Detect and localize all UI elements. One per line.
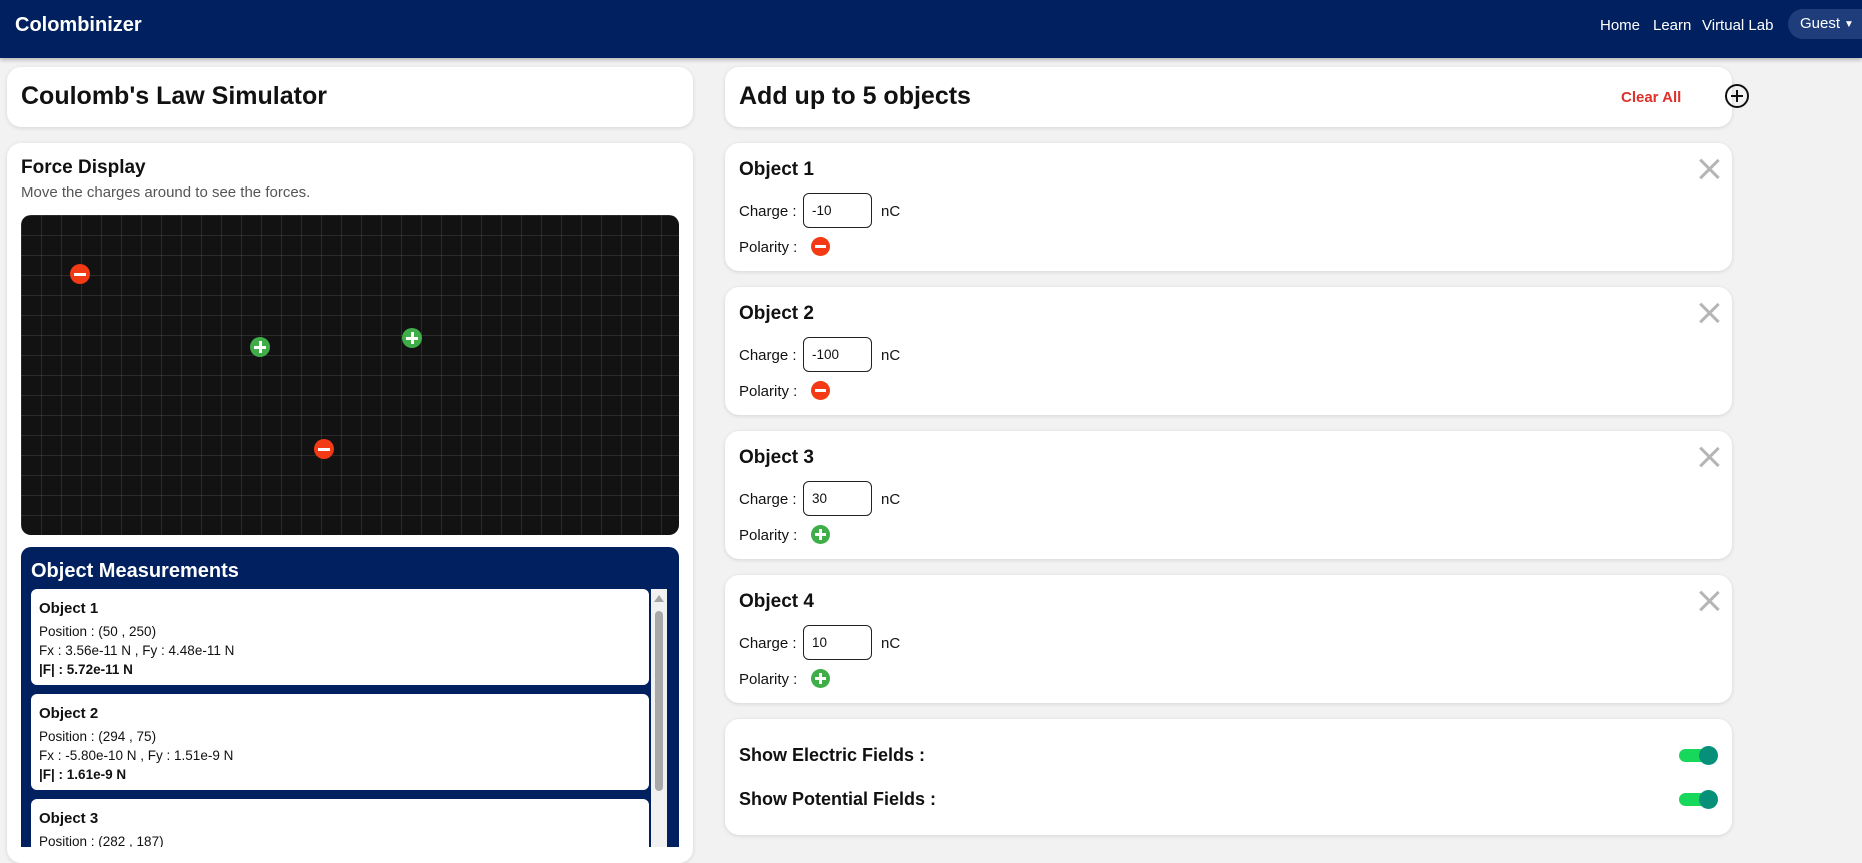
charge-object-2[interactable] xyxy=(314,439,334,459)
measurement-item: Object 3 Position : (282 , 187) xyxy=(31,799,649,847)
measurement-position: Position : (50 , 250) xyxy=(39,624,157,639)
object-title: Object 2 xyxy=(739,303,814,324)
positive-polarity-icon[interactable] xyxy=(811,525,830,544)
charge-unit: nC xyxy=(881,203,901,220)
charge-unit: nC xyxy=(881,635,901,652)
charge-object-3[interactable] xyxy=(250,337,270,357)
charge-object-1[interactable] xyxy=(70,264,90,284)
measurements-title: Object Measurements xyxy=(31,560,239,582)
polarity-label: Polarity : xyxy=(739,383,798,400)
field-toggles-card: Show Electric Fields : Show Potential Fi… xyxy=(725,719,1732,835)
measurement-position: Position : (294 , 75) xyxy=(39,729,157,744)
chevron-down-icon: ▼ xyxy=(1844,19,1854,30)
charge-input[interactable] xyxy=(803,193,872,228)
user-menu-button[interactable]: Guest ▼ xyxy=(1788,9,1862,39)
charge-label: Charge : xyxy=(739,491,797,508)
brand-logo[interactable]: Colombinizer xyxy=(15,14,142,37)
top-navbar: Colombinizer Home Learn Virtual Lab Gues… xyxy=(0,0,1862,58)
measurement-magnitude: |F| : 1.61e-9 N xyxy=(39,767,127,782)
force-canvas[interactable] xyxy=(21,215,679,535)
force-display-subtitle: Move the charges around to see the force… xyxy=(21,184,311,201)
potential-fields-toggle[interactable] xyxy=(1679,790,1719,809)
measurement-position: Position : (282 , 187) xyxy=(39,834,164,847)
scrollbar-thumb[interactable] xyxy=(655,611,663,791)
measurements-scrollbar[interactable] xyxy=(651,589,667,847)
charge-label: Charge : xyxy=(739,347,797,364)
charge-label: Charge : xyxy=(739,203,797,220)
charge-input[interactable] xyxy=(803,337,872,372)
polarity-label: Polarity : xyxy=(739,671,798,688)
measurement-object-name: Object 2 xyxy=(39,705,99,722)
charge-label: Charge : xyxy=(739,635,797,652)
measurement-components: Fx : 3.56e-11 N , Fy : 4.48e-11 N xyxy=(39,643,235,658)
object-card-1: Object 1 Charge : nC Polarity : xyxy=(725,143,1732,271)
add-object-plus-icon[interactable] xyxy=(1725,84,1749,108)
object-card-3: Object 3 Charge : nC Polarity : xyxy=(725,431,1732,559)
add-objects-title: Add up to 5 objects xyxy=(739,82,971,110)
nav-link-learn[interactable]: Learn xyxy=(1653,17,1691,34)
measurement-components: Fx : -5.80e-10 N , Fy : 1.51e-9 N xyxy=(39,748,234,763)
negative-polarity-icon[interactable] xyxy=(811,381,830,400)
add-objects-card: Add up to 5 objects Clear All xyxy=(725,67,1749,127)
negative-polarity-icon[interactable] xyxy=(811,237,830,256)
clear-all-button[interactable]: Clear All xyxy=(1621,89,1681,106)
potential-fields-label: Show Potential Fields : xyxy=(739,789,937,809)
toggle-knob xyxy=(1699,790,1718,809)
charge-unit: nC xyxy=(881,347,901,364)
object-card-2: Object 2 Charge : nC Polarity : xyxy=(725,287,1732,415)
close-icon[interactable] xyxy=(1697,157,1721,181)
close-icon[interactable] xyxy=(1697,589,1721,613)
polarity-label: Polarity : xyxy=(739,527,798,544)
toggle-knob xyxy=(1699,746,1718,765)
charge-object-4[interactable] xyxy=(402,328,422,348)
force-display-title: Force Display xyxy=(21,157,146,178)
charge-input[interactable] xyxy=(803,625,872,660)
close-icon[interactable] xyxy=(1697,445,1721,469)
close-icon[interactable] xyxy=(1697,301,1721,325)
charge-unit: nC xyxy=(881,491,901,508)
simulator-title-card: Coulomb's Law Simulator xyxy=(7,67,693,127)
nav-link-virtual-lab[interactable]: Virtual Lab xyxy=(1702,17,1773,34)
object-card-4: Object 4 Charge : nC Polarity : xyxy=(725,575,1732,703)
object-measurements-panel: Object Measurements Object 1 Position : … xyxy=(21,547,679,847)
electric-fields-toggle[interactable] xyxy=(1679,746,1719,765)
polarity-label: Polarity : xyxy=(739,239,798,256)
measurement-object-name: Object 3 xyxy=(39,810,99,827)
force-display-card: Force Display Move the charges around to… xyxy=(7,143,693,863)
measurement-object-name: Object 1 xyxy=(39,600,99,617)
scroll-up-arrow-icon[interactable] xyxy=(654,595,664,602)
nav-link-home[interactable]: Home xyxy=(1600,17,1640,34)
object-title: Object 1 xyxy=(739,159,814,180)
object-title: Object 3 xyxy=(739,447,814,468)
page-title: Coulomb's Law Simulator xyxy=(21,82,327,110)
measurements-list: Object 1 Position : (50 , 250) Fx : 3.56… xyxy=(31,589,649,847)
electric-fields-label: Show Electric Fields : xyxy=(739,745,926,765)
user-name: Guest xyxy=(1800,15,1841,32)
measurement-item: Object 1 Position : (50 , 250) Fx : 3.56… xyxy=(31,589,649,685)
charge-input[interactable] xyxy=(803,481,872,516)
positive-polarity-icon[interactable] xyxy=(811,669,830,688)
measurement-item: Object 2 Position : (294 , 75) Fx : -5.8… xyxy=(31,694,649,790)
object-title: Object 4 xyxy=(739,591,814,612)
measurement-magnitude: |F| : 5.72e-11 N xyxy=(39,662,133,677)
